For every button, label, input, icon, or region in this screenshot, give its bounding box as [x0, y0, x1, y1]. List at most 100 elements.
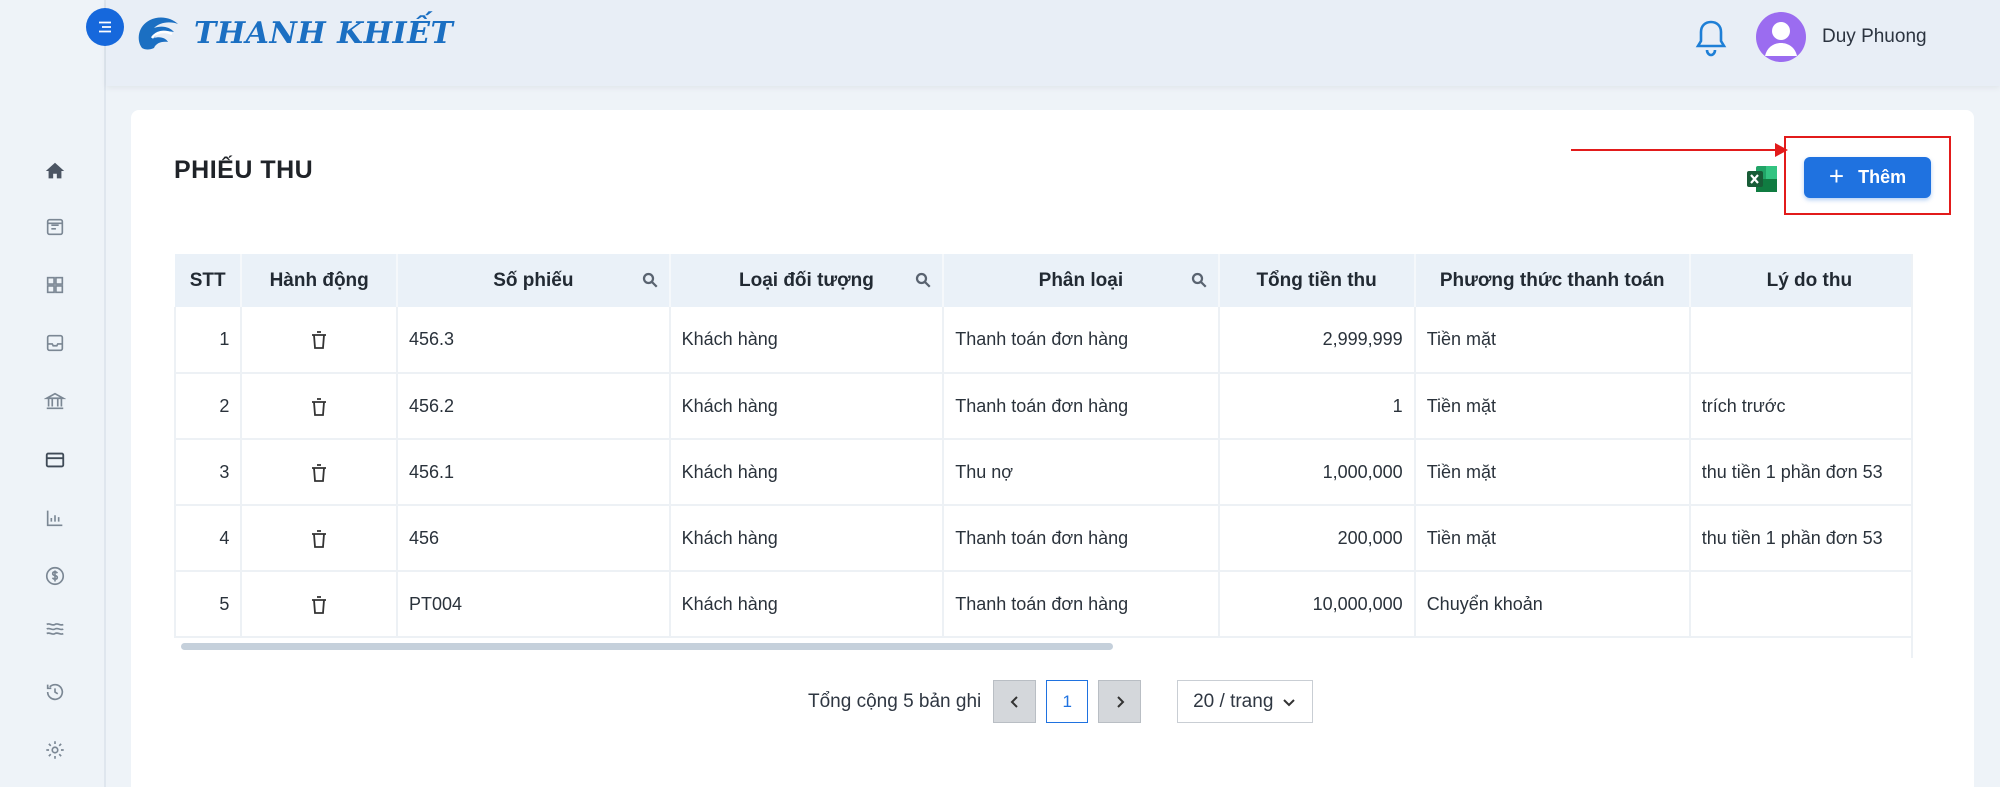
column-header-object-type: Loại đối tượng: [669, 254, 945, 307]
receipts-table: STT Hành động Số phiếu Loại đối tượng Ph…: [174, 254, 1930, 638]
dollar-icon[interactable]: [41, 562, 69, 590]
cell-total: 1,000,000: [1218, 439, 1416, 506]
column-header-object-type-label: Loại đối tượng: [738, 269, 874, 291]
cell-action: [241, 439, 398, 506]
trash-icon[interactable]: [310, 529, 328, 549]
column-header-total: Tổng tiền thu: [1218, 254, 1416, 307]
trash-icon[interactable]: [310, 397, 328, 417]
column-header-category: Phân loại: [943, 254, 1220, 307]
trash-icon[interactable]: [310, 463, 328, 483]
cell-reason: thu tiền 1 phần đơn 53: [1689, 439, 1930, 506]
menu-toggle-button[interactable]: [86, 8, 124, 46]
cell-stt: 1: [174, 307, 243, 374]
trash-icon[interactable]: [310, 595, 328, 615]
cell-receipt-number: 456: [396, 505, 671, 572]
cell-reason: trích trước: [1689, 373, 1930, 440]
cell-payment-method: Tiền mặt: [1414, 373, 1691, 440]
table-row[interactable]: 4 456 Khách hàng Thanh toán đơn hàng 200…: [174, 505, 1930, 572]
user-icon: [1765, 22, 1797, 56]
table-row[interactable]: 3 456.1 Khách hàng Thu nợ 1,000,000 Tiền…: [174, 439, 1930, 506]
sidebar: [0, 0, 106, 787]
logo-icon: [138, 17, 178, 50]
home-icon[interactable]: [41, 157, 69, 185]
wallet-icon[interactable]: [41, 446, 69, 474]
table-right-edge: [1911, 254, 1930, 658]
chevron-right-icon: [1117, 695, 1125, 708]
cell-stt: 2: [174, 373, 243, 440]
cell-total: 200,000: [1218, 505, 1416, 572]
cell-receipt-number: 456.2: [396, 373, 671, 440]
table-row[interactable]: 5 PT004 Khách hàng Thanh toán đơn hàng 1…: [174, 571, 1930, 638]
column-header-payment-method: Phương thức thanh toán: [1414, 254, 1691, 307]
cell-object-type: Khách hàng: [669, 505, 945, 572]
page-size-select[interactable]: 20 / trang: [1177, 680, 1314, 723]
page-size-value: 20 / trang: [1193, 690, 1274, 712]
page-number-current[interactable]: 1: [1046, 680, 1089, 723]
grid-icon[interactable]: [41, 271, 69, 299]
menu-icon: [99, 21, 111, 33]
next-page-button[interactable]: [1098, 680, 1142, 723]
cell-total: 10,000,000: [1218, 571, 1416, 638]
column-header-reason: Lý do thu: [1689, 254, 1930, 307]
cell-category: Thanh toán đơn hàng: [943, 571, 1220, 638]
waves-icon[interactable]: [41, 615, 69, 643]
brand-name: THANH KHIẾT: [194, 15, 454, 51]
chevron-left-icon: [1010, 695, 1018, 708]
horizontal-scrollbar[interactable]: [174, 641, 1930, 651]
bank-icon[interactable]: [41, 387, 69, 415]
pagination: Tổng cộng 5 bản ghi 1 20 / trang: [808, 680, 1314, 723]
column-header-receipt-number: Số phiếu: [396, 254, 671, 307]
bar-chart-icon[interactable]: [41, 504, 69, 532]
trash-icon[interactable]: [310, 330, 328, 350]
cell-receipt-number: PT004: [396, 571, 671, 638]
cell-action: [241, 373, 398, 440]
cell-payment-method: Chuyển khoản: [1414, 571, 1691, 638]
brand-logo[interactable]: THANH KHIẾT: [132, 8, 453, 58]
user-name[interactable]: Duy Phuong: [1822, 26, 1927, 48]
cell-total: 1: [1218, 373, 1416, 440]
column-header-action: Hành động: [241, 254, 398, 307]
cell-object-type: Khách hàng: [669, 571, 945, 638]
cell-stt: 4: [174, 505, 243, 572]
column-header-receipt-number-label: Số phiếu: [493, 269, 574, 291]
history-icon[interactable]: [41, 678, 69, 706]
column-header-stt: STT: [175, 254, 243, 307]
cell-category: Thu nợ: [943, 439, 1220, 506]
cell-object-type: Khách hàng: [669, 373, 945, 440]
search-icon[interactable]: [641, 271, 659, 289]
cell-action: [241, 307, 398, 374]
cell-payment-method: Tiền mặt: [1414, 307, 1691, 374]
cell-action: [241, 505, 398, 572]
cell-object-type: Khách hàng: [669, 439, 945, 506]
chevron-down-icon: [1283, 698, 1296, 706]
cell-object-type: Khách hàng: [669, 307, 945, 374]
inbox-icon[interactable]: [41, 329, 69, 357]
notification-bell-icon[interactable]: [1695, 18, 1727, 58]
cell-payment-method: Tiền mặt: [1414, 439, 1691, 506]
prev-page-button[interactable]: [993, 680, 1037, 723]
cell-action: [241, 571, 398, 638]
cell-receipt-number: 456.3: [396, 307, 671, 374]
table-row[interactable]: 2 456.2 Khách hàng Thanh toán đơn hàng 1…: [174, 373, 1930, 440]
cell-reason: thu tiền 1 phần đơn 53: [1689, 505, 1930, 572]
column-header-category-label: Phân loại: [1038, 269, 1124, 291]
excel-export-icon[interactable]: [1746, 164, 1778, 194]
cell-category: Thanh toán đơn hàng: [943, 373, 1220, 440]
user-avatar[interactable]: [1756, 12, 1806, 62]
cell-stt: 5: [174, 571, 243, 638]
add-button[interactable]: + Thêm: [1804, 157, 1931, 198]
cell-stt: 3: [174, 439, 243, 506]
receipts-table-container[interactable]: STT Hành động Số phiếu Loại đối tượng Ph…: [174, 254, 1930, 658]
receipt-icon[interactable]: [41, 213, 69, 241]
search-icon[interactable]: [1190, 271, 1208, 289]
page-title: PHIẾU THU: [174, 156, 314, 184]
pagination-total: Tổng cộng 5 bản ghi: [808, 690, 982, 712]
cell-reason: [1689, 307, 1930, 374]
search-icon[interactable]: [914, 271, 932, 289]
horizontal-scrollbar-thumb[interactable]: [181, 643, 1113, 650]
table-row[interactable]: 1 456.3 Khách hàng Thanh toán đơn hàng 2…: [174, 307, 1930, 374]
settings-icon[interactable]: [41, 736, 69, 764]
plus-icon: +: [1828, 160, 1845, 191]
cell-reason: [1689, 571, 1930, 638]
cell-payment-method: Tiền mặt: [1414, 505, 1691, 572]
